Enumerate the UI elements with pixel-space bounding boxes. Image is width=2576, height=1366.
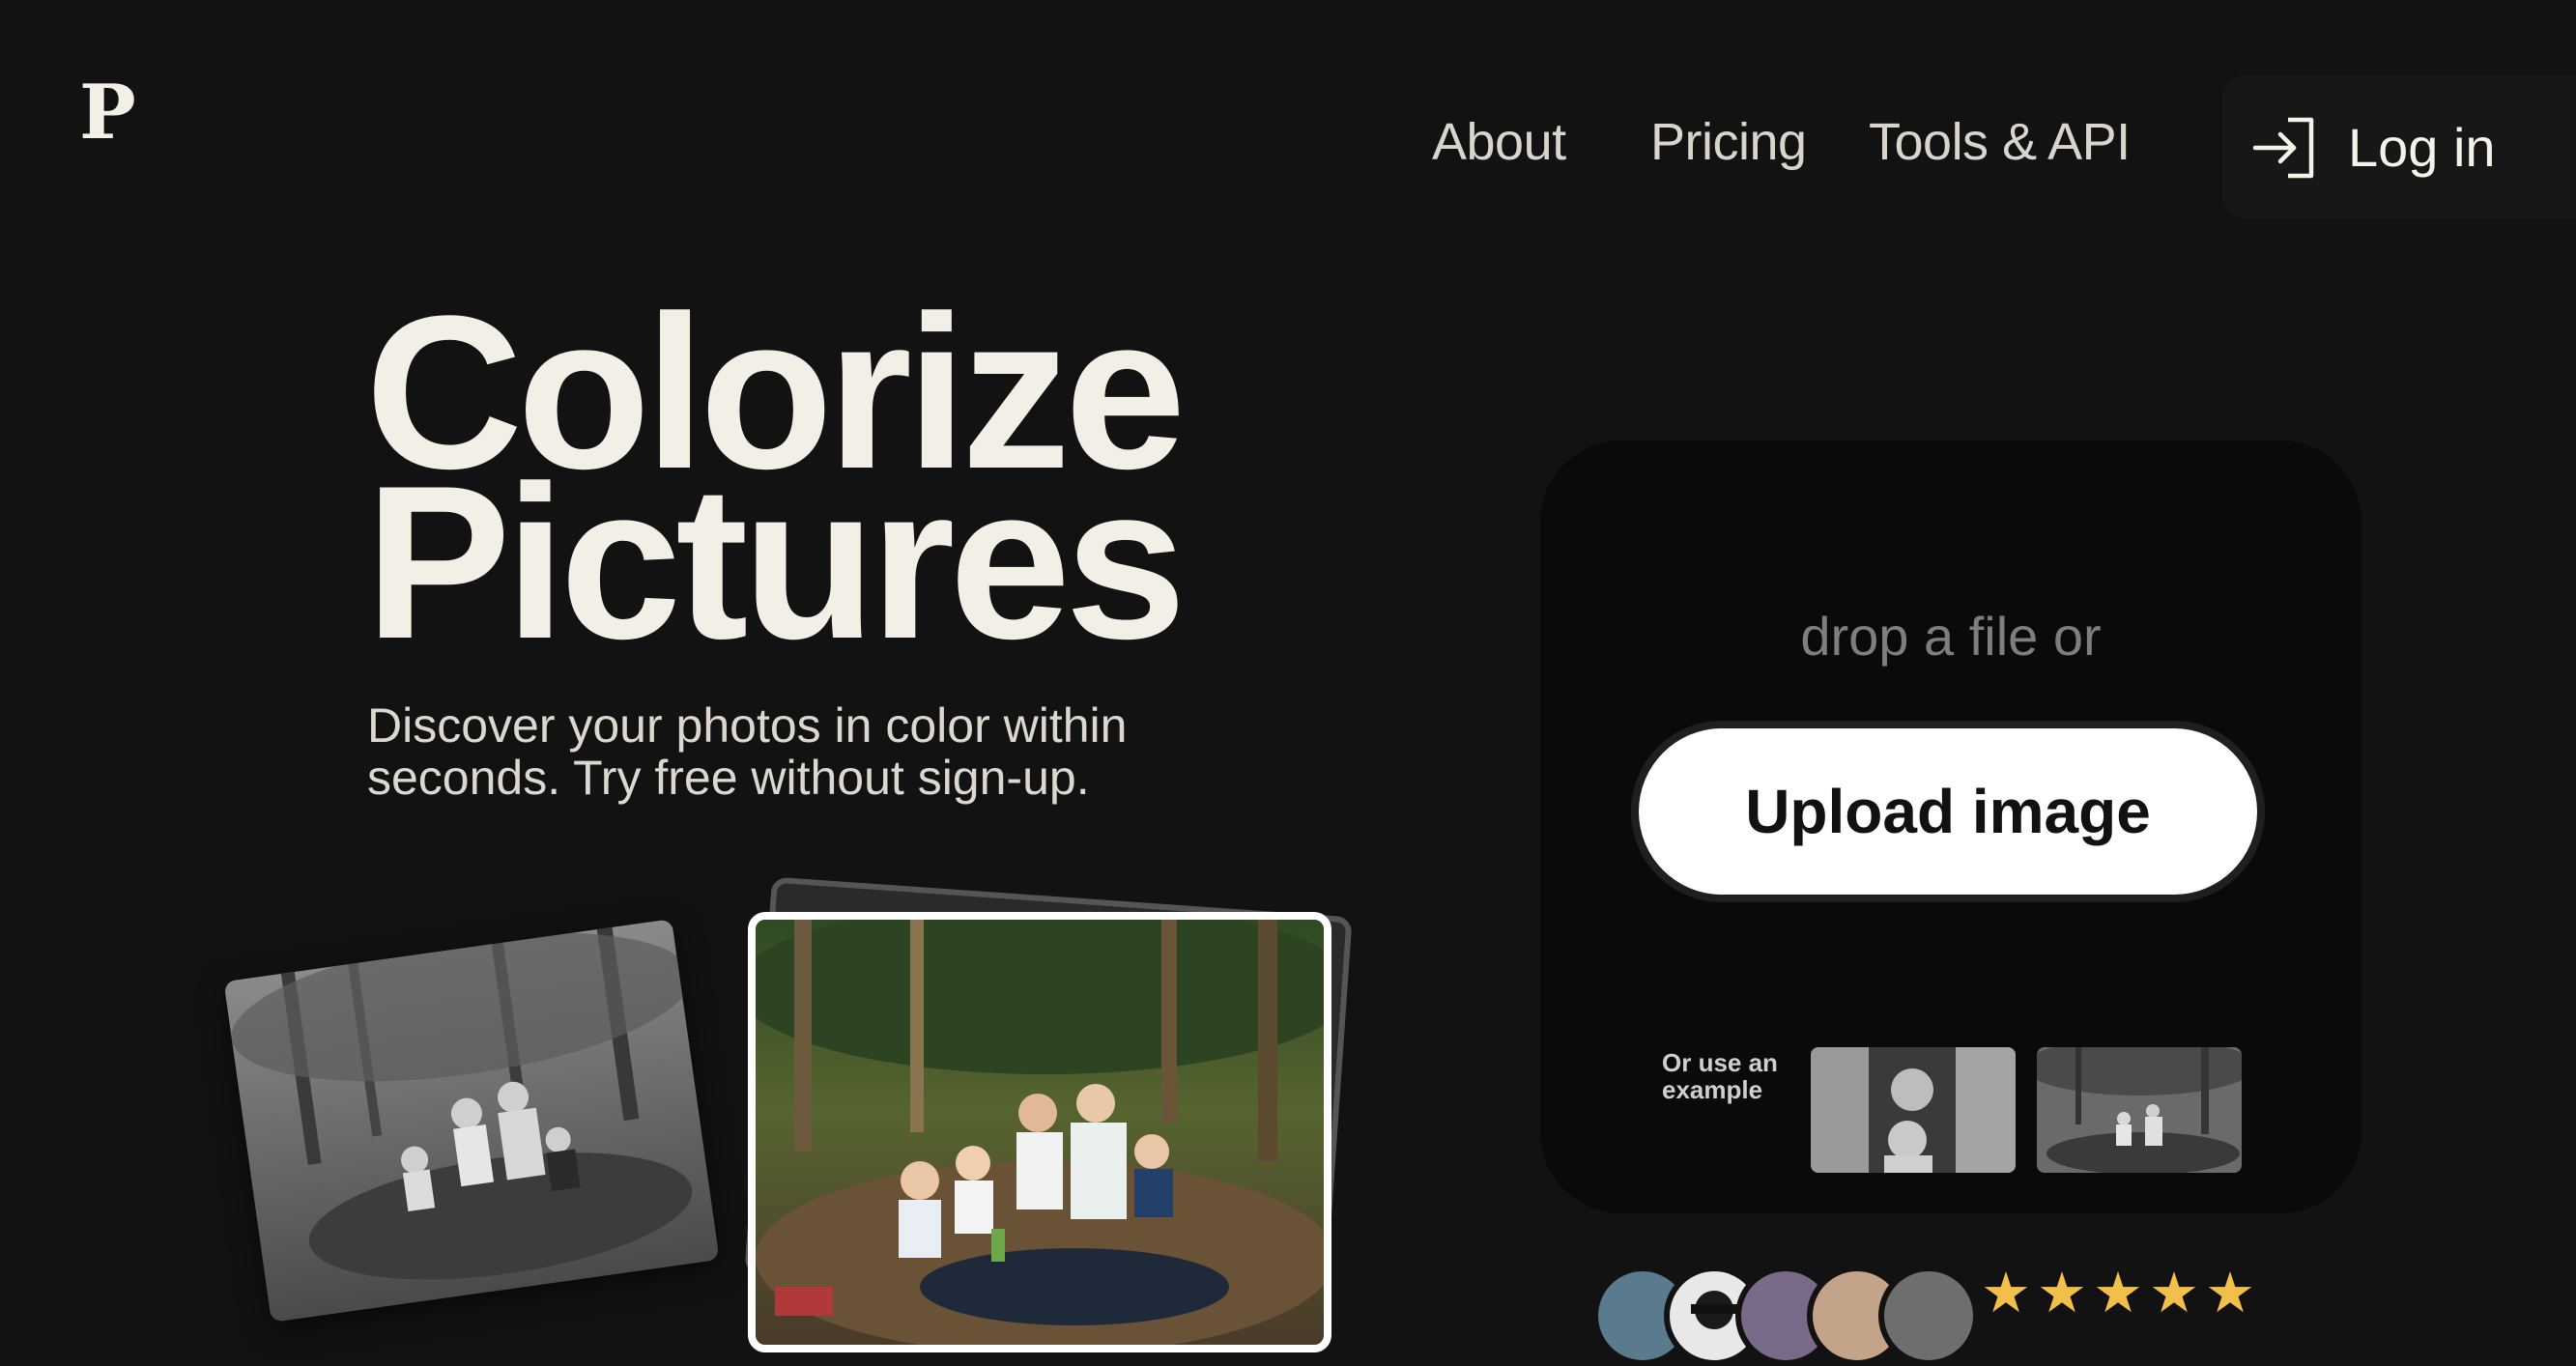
title-line-2: Pictures <box>365 440 1187 684</box>
upload-image-button[interactable]: Upload image <box>1639 728 2257 895</box>
log-in-icon <box>2252 117 2314 179</box>
example-thumb-portrait[interactable] <box>1811 1047 2016 1173</box>
example-thumb-picnic[interactable] <box>2037 1047 2242 1173</box>
logo[interactable]: P <box>79 75 136 151</box>
colorized-sample-photo <box>748 912 1331 1352</box>
login-label: Log in <box>2348 117 2496 178</box>
page-title: Colorize Pictures <box>365 283 1187 671</box>
drop-zone-label: drop a file or <box>1800 606 2102 667</box>
user-avatar <box>1878 1266 1979 1366</box>
example-image-1 <box>1811 1047 2016 1173</box>
login-button[interactable]: Log in <box>2222 75 2576 218</box>
color-photo-image <box>756 920 1324 1345</box>
rating-stars: ★★★★★ <box>1981 1262 2261 1324</box>
example-image-2 <box>2037 1047 2242 1173</box>
bw-sample-photo <box>223 919 720 1323</box>
subtitle-line-2: seconds. Try free without sign-up. <box>367 751 1090 805</box>
bw-photo-image <box>223 919 720 1323</box>
subtitle-line-1: Discover your photos in color within <box>367 698 1128 753</box>
nav-tools-api[interactable]: Tools & API <box>1869 116 2131 168</box>
nav-about[interactable]: About <box>1432 116 1566 168</box>
hero-subtitle: Discover your photos in color within sec… <box>367 699 1333 804</box>
example-label: Or use an example <box>1662 1048 1778 1104</box>
upload-card[interactable]: drop a file or Upload image Or use an ex… <box>1540 441 2361 1213</box>
nav-pricing[interactable]: Pricing <box>1650 116 1807 168</box>
